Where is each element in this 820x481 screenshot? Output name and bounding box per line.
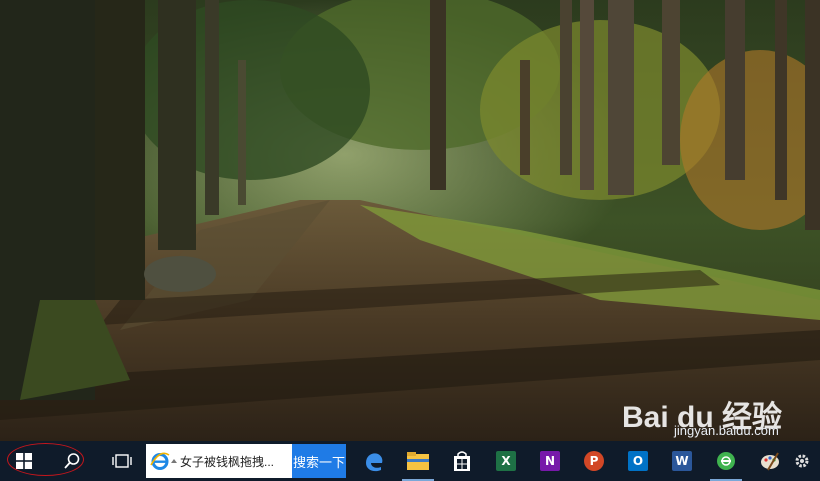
powerpoint-icon: P [584,451,604,471]
watermark-url: jingyan.baidu.com [674,423,779,438]
pinned-apps: X N P O W [352,441,812,481]
ie-search-box: 女子被钱枫拖拽... 搜索一下 [146,444,346,478]
settings-icon [795,454,809,468]
ie-search-field[interactable]: 女子被钱枫拖拽... [146,444,292,478]
store-icon [454,451,470,471]
ie-search-button[interactable]: 搜索一下 [292,444,346,478]
internet-explorer-icon [150,452,170,470]
taskbar-app-word[interactable]: W [660,441,704,481]
highlight-annotation [7,443,84,476]
forest-path-image [0,0,820,441]
edge-icon [366,453,383,472]
taskbar-app-outlook[interactable]: O [616,441,660,481]
green-browser-icon [717,452,735,470]
taskbar-app-green-browser[interactable] [704,441,748,481]
paint-icon [761,452,779,471]
taskbar-app-settings[interactable] [792,441,812,481]
outlook-icon: O [628,451,648,471]
taskbar-app-excel[interactable]: X [484,441,528,481]
ie-search-query: 女子被钱枫拖拽... [180,454,275,469]
excel-icon: X [496,451,516,471]
file-explorer-icon [407,452,429,470]
taskbar: 女子被钱枫拖拽... 搜索一下 X N P O W [0,441,820,481]
taskbar-app-store[interactable] [440,441,484,481]
taskbar-app-paint[interactable] [748,441,792,481]
caret-up-icon [171,459,177,463]
taskbar-app-edge[interactable] [352,441,396,481]
taskbar-app-powerpoint[interactable]: P [572,441,616,481]
task-view-icon [112,454,132,468]
desktop-wallpaper [0,0,820,441]
taskbar-app-onenote[interactable]: N [528,441,572,481]
onenote-icon: N [540,451,560,471]
task-view-button[interactable] [102,441,142,481]
baidu-watermark: Bai du 经验 jingyan.baidu.com [622,392,782,442]
word-icon: W [672,451,692,471]
taskbar-app-file-explorer[interactable] [396,441,440,481]
